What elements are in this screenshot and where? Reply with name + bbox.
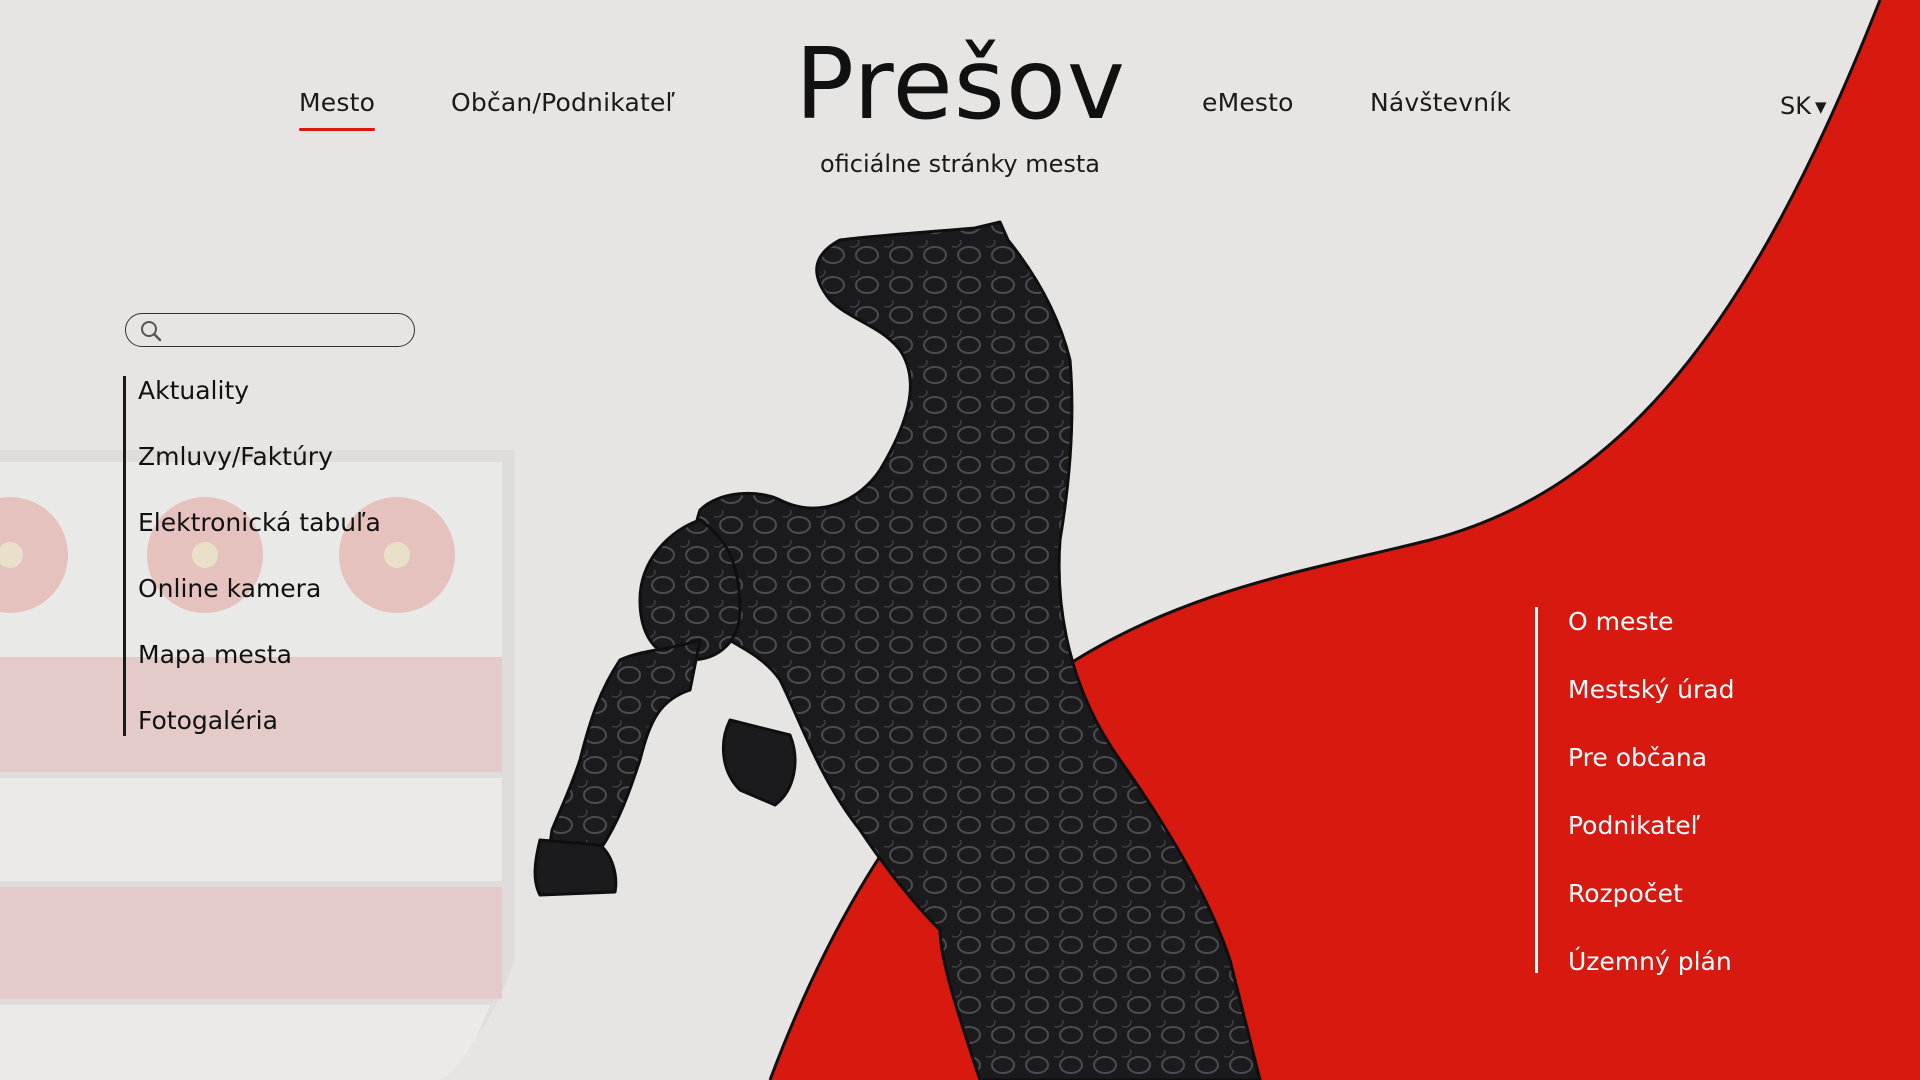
search-icon[interactable] bbox=[140, 320, 162, 342]
search-box[interactable] bbox=[125, 313, 415, 347]
nav-navstevnik[interactable]: Návštevník bbox=[1370, 88, 1511, 117]
site-logo-subtitle: oficiálne stránky mesta bbox=[820, 150, 1100, 178]
menu-item-fotogaleria[interactable]: Fotogaléria bbox=[138, 706, 278, 735]
menu-item-uzemny-plan[interactable]: Územný plán bbox=[1568, 947, 1732, 976]
city-sections-menu: O meste Mestský úrad Pre občana Podnikat… bbox=[1535, 607, 1798, 976]
menu-item-zmluvy-faktury[interactable]: Zmluvy/Faktúry bbox=[138, 442, 333, 471]
quick-links-menu: Aktuality Zmluvy/Faktúry Elektronická ta… bbox=[123, 376, 426, 736]
search-input[interactable] bbox=[172, 318, 406, 344]
menu-item-online-kamera[interactable]: Online kamera bbox=[138, 574, 321, 603]
nav-emesto[interactable]: eMesto bbox=[1202, 88, 1294, 117]
menu-item-podnikatel[interactable]: Podnikateľ bbox=[1568, 811, 1700, 840]
menu-item-pre-obcana[interactable]: Pre občana bbox=[1568, 743, 1707, 772]
menu-item-mapa-mesta[interactable]: Mapa mesta bbox=[138, 640, 292, 669]
menu-item-o-meste[interactable]: O meste bbox=[1568, 607, 1674, 636]
language-value: SK bbox=[1780, 92, 1811, 120]
menu-item-elektronicka-tabula[interactable]: Elektronická tabuľa bbox=[138, 508, 381, 537]
menu-item-aktuality[interactable]: Aktuality bbox=[138, 376, 249, 405]
menu-item-mestsky-urad[interactable]: Mestský úrad bbox=[1568, 675, 1734, 704]
chevron-down-icon: ▼ bbox=[1814, 98, 1827, 116]
nav-mesto[interactable]: Mesto bbox=[299, 88, 376, 131]
language-selector[interactable]: SK ▼ bbox=[1780, 92, 1827, 120]
menu-item-rozpocet[interactable]: Rozpočet bbox=[1568, 879, 1683, 908]
nav-obcan-podnikatel[interactable]: Občan/Podnikateľ bbox=[451, 88, 675, 117]
site-logo-title[interactable]: Prešov bbox=[795, 36, 1125, 134]
